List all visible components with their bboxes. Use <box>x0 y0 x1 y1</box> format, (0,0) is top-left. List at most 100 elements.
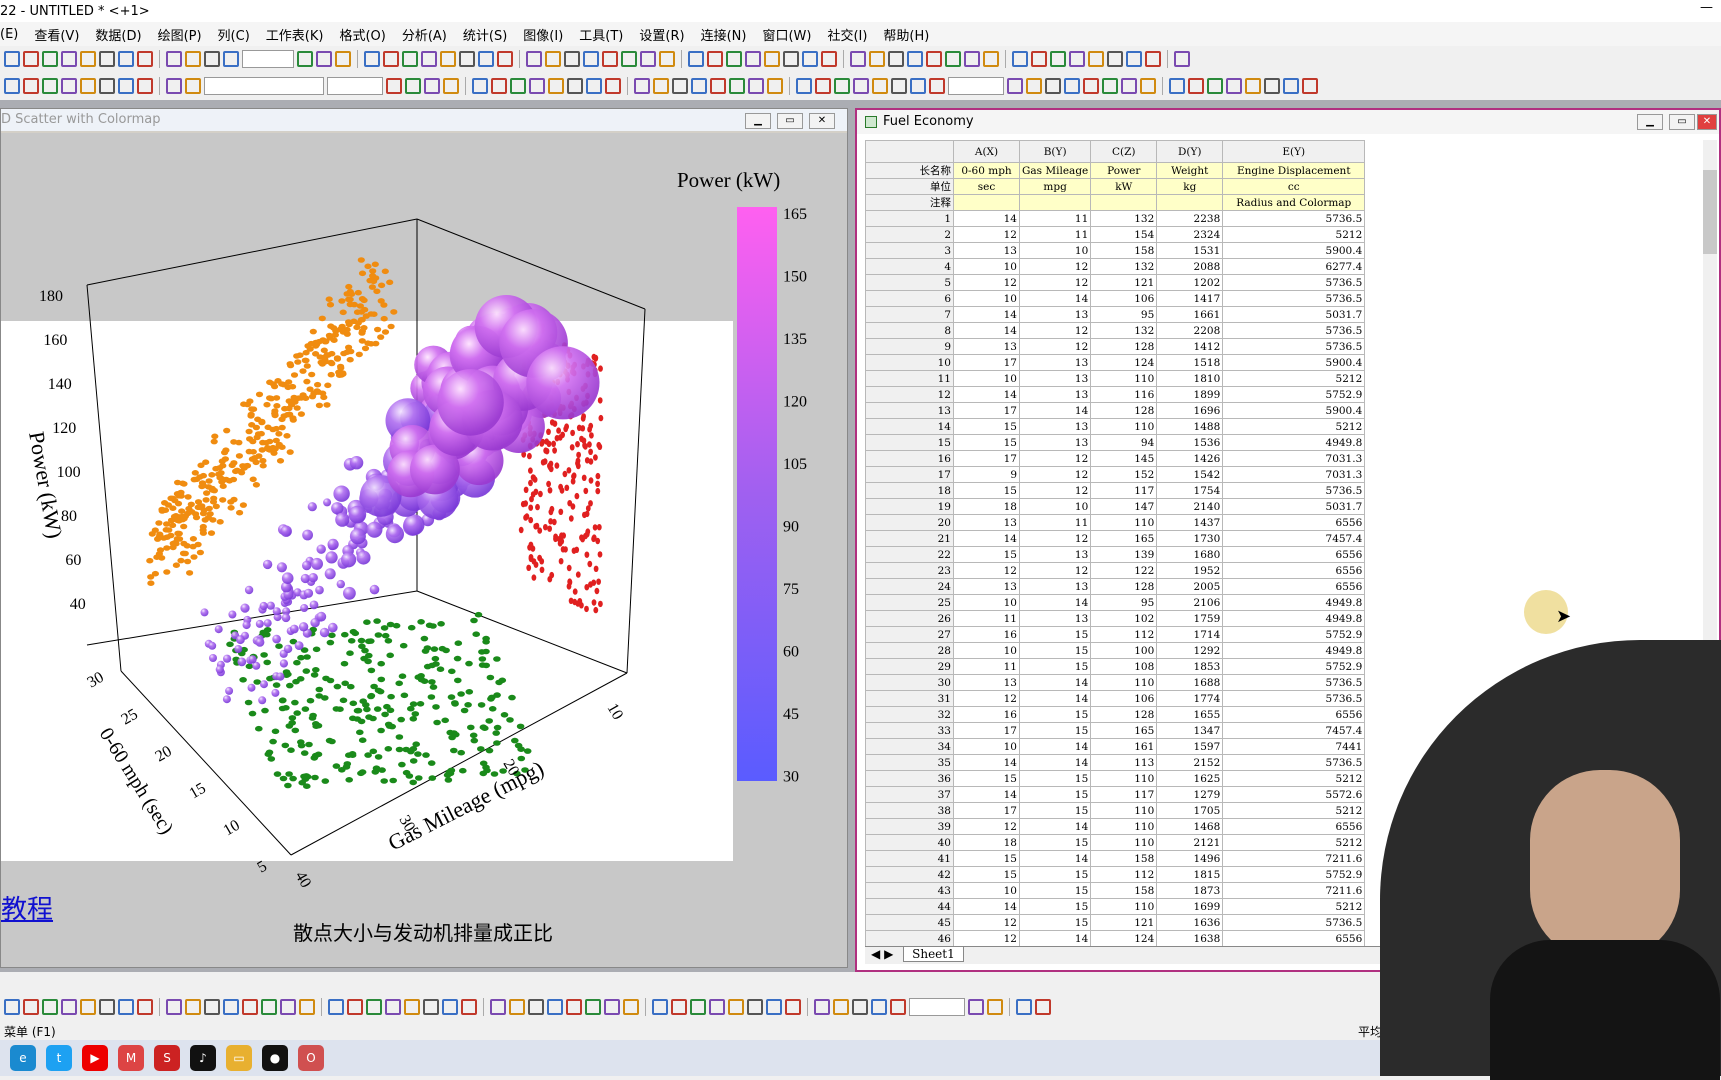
toolbar-button-icon[interactable] <box>1064 78 1080 94</box>
toolbar-button-icon[interactable] <box>42 51 58 67</box>
data-cell[interactable]: 12 <box>953 562 1020 579</box>
data-cell[interactable]: 128 <box>1090 706 1158 723</box>
data-cell[interactable]: 1759 <box>1156 610 1224 627</box>
meta-cell[interactable] <box>1018 194 1092 211</box>
menu-item[interactable]: 统计(S) <box>463 25 507 44</box>
toolbar-button-icon[interactable] <box>1140 78 1156 94</box>
data-cell[interactable]: 1638 <box>1156 930 1224 947</box>
toolbar-button-icon[interactable] <box>729 78 745 94</box>
graph-page[interactable]: Power (kW) 165 150 135 120 105 90 75 60 45 30 Pow… <box>1 133 847 967</box>
data-cell[interactable]: 2208 <box>1156 322 1224 339</box>
toolbar-button-icon[interactable] <box>1145 51 1161 67</box>
toolbar-button-icon[interactable] <box>707 51 723 67</box>
data-cell[interactable]: 7457.4 <box>1222 530 1366 547</box>
toolbar-button-icon[interactable] <box>802 51 818 67</box>
data-cell[interactable]: 5736.5 <box>1222 674 1366 691</box>
data-cell[interactable]: 1688 <box>1156 674 1224 691</box>
data-cell[interactable]: 7211.6 <box>1222 850 1366 867</box>
data-cell[interactable]: 116 <box>1090 386 1158 403</box>
toolbar-button-icon[interactable] <box>80 999 96 1015</box>
toolbar-button-icon[interactable] <box>299 999 315 1015</box>
data-cell[interactable]: 1279 <box>1156 786 1224 803</box>
toolbar-button-icon[interactable] <box>509 999 525 1015</box>
toolbar-button-icon[interactable] <box>783 51 799 67</box>
toolbar-button-icon[interactable] <box>185 78 201 94</box>
data-cell[interactable]: 1412 <box>1156 338 1224 355</box>
data-cell[interactable]: 132 <box>1090 322 1158 339</box>
data-cell[interactable]: 158 <box>1090 242 1158 259</box>
row-number[interactable]: 43 <box>865 882 954 899</box>
toolbar-button-icon[interactable] <box>688 51 704 67</box>
toolbar-button-icon[interactable] <box>709 999 725 1015</box>
data-cell[interactable]: 5212 <box>1222 834 1366 851</box>
row-number[interactable]: 10 <box>865 354 954 371</box>
toolbar-button-icon[interactable] <box>1207 78 1223 94</box>
toolbar-button-icon[interactable] <box>634 78 650 94</box>
data-cell[interactable]: 13 <box>953 514 1020 531</box>
toolbar-button-icon[interactable] <box>42 78 58 94</box>
toolbar-button-icon[interactable] <box>1045 78 1061 94</box>
row-number[interactable]: 23 <box>865 562 954 579</box>
data-cell[interactable]: 1696 <box>1156 402 1224 419</box>
toolbar-button-icon[interactable] <box>852 999 868 1015</box>
menu-item[interactable]: 设置(R) <box>639 25 684 44</box>
menu-item[interactable]: 窗口(W) <box>762 25 811 44</box>
toolbar-button-icon[interactable] <box>672 78 688 94</box>
data-cell[interactable]: 5031.7 <box>1222 498 1366 515</box>
row-number[interactable]: 31 <box>865 690 954 707</box>
data-cell[interactable]: 1899 <box>1156 386 1224 403</box>
data-cell[interactable]: 10 <box>953 642 1020 659</box>
data-cell[interactable]: 12 <box>953 274 1020 291</box>
toolbar-button-icon[interactable] <box>583 51 599 67</box>
data-cell[interactable]: 1437 <box>1156 514 1224 531</box>
graph-window-title[interactable]: D Scatter with Colormap <box>1 109 847 131</box>
data-cell[interactable]: 110 <box>1090 514 1158 531</box>
data-cell[interactable]: 15 <box>1018 642 1092 659</box>
data-cell[interactable]: 10 <box>1018 498 1092 515</box>
meta-cell[interactable] <box>1090 194 1158 211</box>
toolbar-button-icon[interactable] <box>659 51 675 67</box>
toolbar-button-icon[interactable] <box>926 51 942 67</box>
data-cell[interactable]: 12 <box>953 226 1020 243</box>
data-cell[interactable]: 2121 <box>1156 834 1224 851</box>
data-cell[interactable]: 121 <box>1090 914 1158 931</box>
data-cell[interactable]: 147 <box>1090 498 1158 515</box>
toolbar-button-icon[interactable] <box>1283 78 1299 94</box>
toolbar-button-icon[interactable] <box>604 999 620 1015</box>
data-cell[interactable]: 4949.8 <box>1222 642 1366 659</box>
data-cell[interactable]: 9 <box>953 466 1020 483</box>
data-cell[interactable]: 1815 <box>1156 866 1224 883</box>
data-cell[interactable]: 165 <box>1090 530 1158 547</box>
toolbar-button-icon[interactable] <box>526 51 542 67</box>
data-cell[interactable]: 165 <box>1090 722 1158 739</box>
data-cell[interactable]: 14 <box>1018 818 1092 835</box>
data-cell[interactable]: 1292 <box>1156 642 1224 659</box>
data-cell[interactable]: 12 <box>1018 274 1092 291</box>
data-cell[interactable]: 14 <box>1018 594 1092 611</box>
data-cell[interactable]: 18 <box>953 498 1020 515</box>
toolbar-button-icon[interactable] <box>1007 78 1023 94</box>
toolbar-button-icon[interactable] <box>833 999 849 1015</box>
data-cell[interactable]: 14 <box>953 322 1020 339</box>
data-cell[interactable]: 17 <box>953 722 1020 739</box>
data-cell[interactable]: 128 <box>1090 402 1158 419</box>
data-cell[interactable]: 5900.4 <box>1222 242 1366 259</box>
toolbar-button-icon[interactable] <box>968 999 984 1015</box>
data-cell[interactable]: 122 <box>1090 562 1158 579</box>
data-cell[interactable]: 110 <box>1090 898 1158 915</box>
toolbar-button-icon[interactable] <box>871 999 887 1015</box>
toolbar-button-icon[interactable] <box>872 78 888 94</box>
data-cell[interactable]: 5752.9 <box>1222 658 1366 675</box>
data-cell[interactable]: 5212 <box>1222 770 1366 787</box>
toolbar-button-icon[interactable] <box>1069 51 1085 67</box>
toolbar-button-icon[interactable] <box>586 78 602 94</box>
minimize-button[interactable]: ▁ <box>1637 114 1663 130</box>
data-cell[interactable]: 158 <box>1090 850 1158 867</box>
data-cell[interactable]: 11 <box>1018 210 1092 227</box>
data-cell[interactable]: 1853 <box>1156 658 1224 675</box>
toolbar-button-icon[interactable] <box>472 78 488 94</box>
toolbar-button-icon[interactable] <box>1026 78 1042 94</box>
data-cell[interactable]: 1625 <box>1156 770 1224 787</box>
data-cell[interactable]: 2088 <box>1156 258 1224 275</box>
data-cell[interactable]: 132 <box>1090 258 1158 275</box>
